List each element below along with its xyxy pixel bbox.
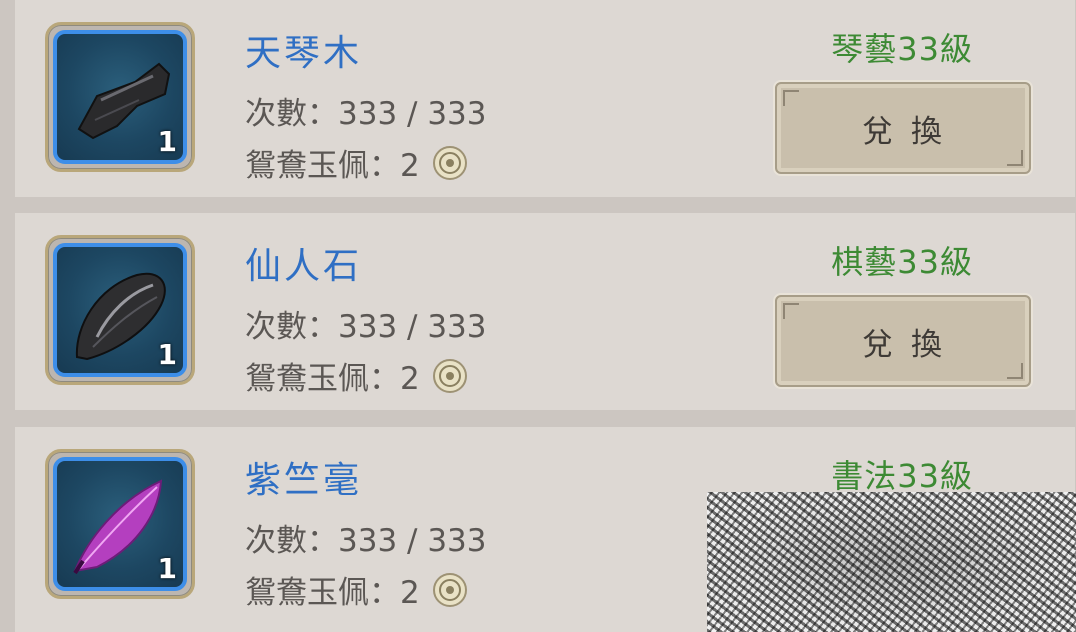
- cost-label: 鴛鴦玉佩：2: [245, 148, 420, 184]
- skill-requirement: 棋藝33級: [831, 243, 973, 281]
- item-slot[interactable]: 1: [45, 235, 195, 385]
- item-name: 紫竺毫: [245, 460, 363, 501]
- exchange-count: 次數：333 / 333: [245, 96, 487, 132]
- exchange-row-xianrenshi: 1 仙人石 次數：333 / 333 鴛鴦玉佩：2 棋藝33級 兌換: [15, 213, 1075, 410]
- exchange-item-list: 1 天琴木 次數：333 / 333 鴛鴦玉佩：2 琴藝33級 兌換 1 仙人石…: [0, 0, 1076, 632]
- skill-requirement: 琴藝33級: [831, 30, 973, 68]
- item-quantity: 1: [157, 552, 177, 585]
- exchange-button[interactable]: 兌換: [775, 295, 1031, 387]
- jade-pendant-coin-icon: [432, 145, 467, 180]
- cost-label: 鴛鴦玉佩：2: [245, 575, 420, 611]
- jade-pendant-coin-icon: [432, 572, 467, 607]
- jade-pendant-coin-icon: [432, 358, 467, 393]
- exchange-cost: 鴛鴦玉佩：2: [245, 353, 468, 398]
- item-name: 天琴木: [245, 33, 363, 74]
- skill-requirement: 書法33級: [831, 457, 973, 495]
- item-quantity: 1: [157, 125, 177, 158]
- obscured-region: [707, 492, 1076, 632]
- exchange-cost: 鴛鴦玉佩：2: [245, 567, 468, 612]
- exchange-count: 次數：333 / 333: [245, 523, 487, 559]
- exchange-count: 次數：333 / 333: [245, 309, 487, 345]
- item-slot[interactable]: 1: [45, 449, 195, 599]
- cost-label: 鴛鴦玉佩：2: [245, 361, 420, 397]
- exchange-button[interactable]: 兌換: [775, 82, 1031, 174]
- item-quantity: 1: [157, 338, 177, 371]
- item-slot[interactable]: 1: [45, 22, 195, 172]
- exchange-cost: 鴛鴦玉佩：2: [245, 140, 468, 185]
- item-name: 仙人石: [245, 246, 363, 287]
- exchange-row-tianqinmu: 1 天琴木 次數：333 / 333 鴛鴦玉佩：2 琴藝33級 兌換: [15, 0, 1075, 197]
